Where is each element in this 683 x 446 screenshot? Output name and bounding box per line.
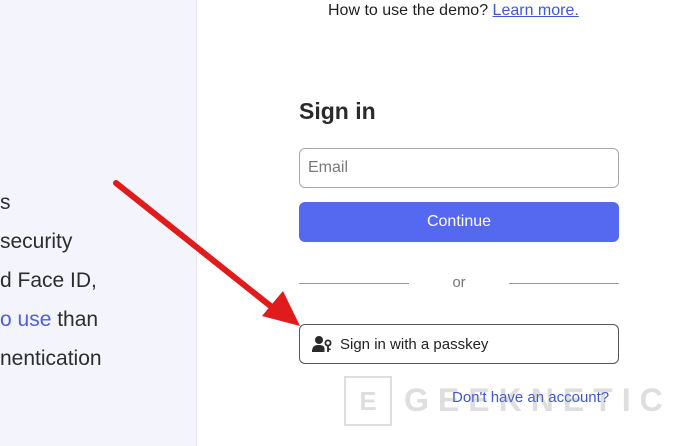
left-text-line-2: security: [0, 230, 73, 253]
demo-help-text: How to use the demo?: [328, 2, 493, 19]
signup-link[interactable]: Don't have an account?: [452, 389, 609, 407]
user-key-icon: [312, 334, 332, 354]
continue-button[interactable]: Continue: [299, 202, 619, 242]
divider-line-left: [299, 283, 409, 284]
email-field[interactable]: [299, 148, 619, 188]
left-info-panel: s security d Face ID, o use than nentica…: [0, 0, 197, 446]
divider-or: or: [452, 274, 466, 291]
divider-line-right: [509, 283, 619, 284]
learn-more-link[interactable]: Learn more.: [493, 2, 579, 19]
passkey-signin-button[interactable]: Sign in with a passkey: [299, 324, 619, 364]
watermark-box: E: [344, 376, 392, 426]
left-text-link[interactable]: o use: [0, 308, 51, 331]
demo-help-note: How to use the demo? Learn more.: [328, 1, 579, 21]
left-text-line-1: s: [0, 191, 11, 214]
left-text-line-4-rest: than: [51, 308, 99, 331]
left-text-line-5: nentication: [0, 347, 102, 370]
left-text-line-4: o use than: [0, 307, 98, 333]
page-title: Sign in: [299, 98, 376, 124]
left-text-line-3: d Face ID,: [0, 269, 97, 292]
passkey-signin-label: Sign in with a passkey: [340, 335, 489, 353]
